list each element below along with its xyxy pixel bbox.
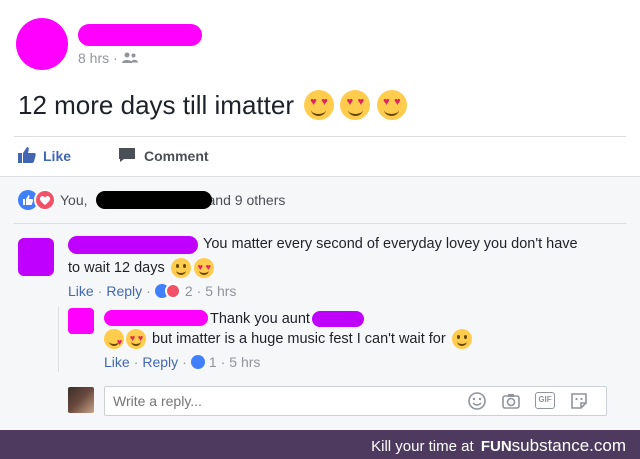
- reply-text-line1: Thank you aunt: [210, 311, 310, 327]
- reaction-you[interactable]: You,: [60, 192, 88, 208]
- reply-line1-row: Thank you aunt: [210, 309, 364, 329]
- commenter-name-redacted[interactable]: [68, 236, 198, 254]
- camera-icon[interactable]: [501, 391, 521, 416]
- like-label: Like: [43, 148, 72, 164]
- thumbs-up-icon: [18, 146, 36, 166]
- comment-text-line2: to wait 12 days: [68, 260, 165, 276]
- divider: [14, 223, 626, 224]
- aunt-name-redacted[interactable]: [311, 311, 364, 327]
- kissing-heart-emoji: ♥: [104, 329, 124, 349]
- reply-reply-link[interactable]: Reply: [142, 354, 178, 370]
- redacted-name-bar: [96, 191, 212, 209]
- emoji-picker-icon[interactable]: [467, 391, 487, 416]
- post-text: 12 more days till imatter: [18, 89, 294, 120]
- comment-text-line2-row: to wait 12 days ♥ ♥: [68, 258, 214, 278]
- replier-name-redacted[interactable]: [104, 310, 208, 326]
- reply-composer[interactable]: GIF: [104, 386, 607, 416]
- reply-time[interactable]: 5 hrs: [229, 354, 260, 370]
- reaction-others[interactable]: and 9 others: [208, 192, 286, 208]
- watermark-brand-fun: FUN: [480, 438, 512, 455]
- reply-like-link[interactable]: Like: [104, 354, 130, 370]
- comment-time[interactable]: 5 hrs: [205, 283, 236, 299]
- reply-reaction-count[interactable]: 1: [209, 354, 217, 370]
- separator-dot: ·: [113, 50, 118, 66]
- friends-icon[interactable]: [121, 51, 138, 67]
- heart-eyes-emoji: ♥ ♥: [193, 258, 214, 278]
- post-meta: 8 hrs ·: [78, 50, 138, 67]
- comment-like-link[interactable]: Like: [68, 283, 94, 299]
- heart-eyes-emoji: ♥ ♥: [340, 90, 371, 120]
- like-reaction-icon: [190, 355, 205, 369]
- reactions-row[interactable]: You, and 9 others: [18, 189, 286, 211]
- commenter-avatar[interactable]: [18, 238, 54, 276]
- reply-avatar[interactable]: [68, 308, 94, 334]
- reply-actions: Like · Reply · 1 · 5 hrs: [104, 354, 261, 370]
- post-text-row: 12 more days till imatter ♥ ♥ ♥ ♥ ♥ ♥: [18, 88, 407, 122]
- divider: [14, 136, 626, 137]
- comment-reply-link[interactable]: Reply: [106, 283, 142, 299]
- heart-eyes-emoji: ♥ ♥: [126, 329, 146, 349]
- comment-icon: [118, 147, 136, 166]
- like-button[interactable]: Like: [18, 146, 71, 166]
- heart-eyes-emoji: ♥ ♥: [303, 90, 334, 120]
- poster-avatar[interactable]: [16, 18, 68, 70]
- poster-name-redacted[interactable]: [78, 24, 202, 46]
- watermark-prefix: Kill your time at: [371, 438, 474, 455]
- reply-thread-line: [58, 306, 59, 372]
- heart-eyes-emoji: ♥ ♥: [376, 90, 407, 120]
- watermark-footer: Kill your time at FUNsubstance.com: [0, 430, 640, 459]
- comment-text-line1: You matter every second of everyday love…: [203, 236, 578, 252]
- love-reaction-icon: [164, 283, 181, 299]
- facebook-post-card: 8 hrs · 12 more days till imatter ♥ ♥ ♥ ♥ …: [0, 0, 640, 431]
- smile-emoji: [451, 329, 472, 349]
- comment-label: Comment: [144, 148, 209, 164]
- gif-icon[interactable]: GIF: [535, 392, 555, 409]
- smile-emoji: [170, 258, 191, 278]
- reply-text-line2: but imatter is a huge music fest I can't…: [152, 331, 446, 347]
- sticker-icon[interactable]: [569, 391, 589, 416]
- gif-label: GIF: [538, 395, 552, 404]
- comment-reaction-count[interactable]: 2: [185, 283, 193, 299]
- love-reaction-icon: [34, 189, 56, 211]
- reply-input[interactable]: [105, 387, 461, 415]
- post-time[interactable]: 8 hrs: [78, 50, 109, 66]
- comment-actions: Like · Reply · 2 · 5 hrs: [68, 283, 237, 299]
- watermark-text: Kill your time at FUNsubstance.com: [371, 436, 626, 456]
- composer-avatar[interactable]: [68, 387, 94, 413]
- comment-button[interactable]: Comment: [118, 146, 209, 166]
- watermark-brand-rest: substance.com: [511, 436, 626, 455]
- reply-line2-row: ♥ ♥ ♥ but imatter is a huge music fest I …: [104, 328, 472, 350]
- heart-eyes-emoji-group: ♥ ♥ ♥ ♥ ♥ ♥: [303, 90, 407, 120]
